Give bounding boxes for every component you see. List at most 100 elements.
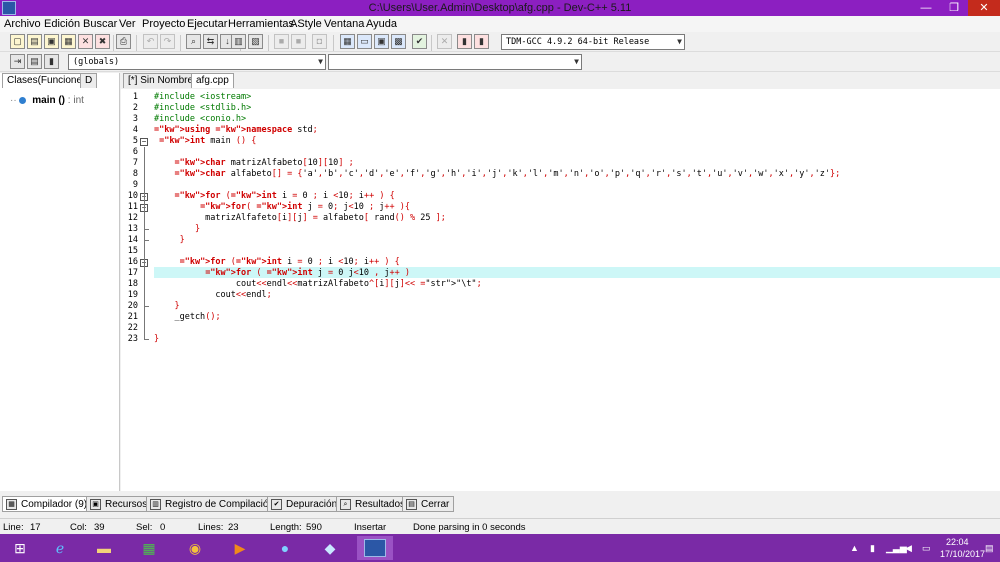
menu-astyle[interactable]: AStyle [290,18,322,30]
restore-button[interactable]: ❐ [940,0,968,16]
chevron-down-icon: ▼ [318,57,323,66]
tree-item-name: main () [32,95,66,106]
tray-chevron-icon[interactable]: ▲ [850,543,859,553]
code-line: _getch(); [154,312,221,322]
add-to-project-icon[interactable]: ■ [291,34,306,49]
code-line: ="kw">using ="kw">namespace std; [154,125,318,135]
code-editor[interactable]: 1234567891011121314151617181920212223 −−… [121,89,1000,491]
media-player-icon[interactable]: ▶ [222,536,258,560]
internet-explorer-icon[interactable]: ℯ [42,536,78,560]
scope-select[interactable]: (globals) ▼ [68,54,326,70]
compiler-select[interactable]: TDM-GCC 4.9.2 64-bit Release ▼ [501,34,685,50]
run-icon[interactable]: ▭ [357,34,372,49]
app-icon[interactable]: ◆ [312,536,348,560]
fold-guide-line [144,147,145,340]
close-button[interactable]: ✕ [968,0,1000,16]
menu-ver[interactable]: Ver [119,18,136,30]
print-icon[interactable]: ⎙ [116,34,131,49]
line-number: 4 [132,125,138,135]
tree-item-main[interactable]: ·· main () : int [10,95,84,106]
windows-start-icon[interactable]: ⊞ [2,536,38,560]
output-tabs: ▦ Compilador (9) ▣ Recursos ▥ Registro de C… [0,494,1000,514]
main-toolbar: ▢ ▤ ▣ ▦ ✕ ✖ ⎙ ↶ ↷ ⌕ ⇆ ↓ ▥ ▧ ■ ■ ◘ ▦ ▭ ▣ … [0,32,1000,52]
minimize-button[interactable]: — [912,0,940,16]
line-number: 12 [127,213,138,223]
menu-ventana[interactable]: Ventana [324,18,364,30]
menu-ejecutar[interactable]: Ejecutar [187,18,227,30]
line-number: 18 [127,279,138,289]
project-options-icon[interactable]: ◘ [312,34,327,49]
devcpp-taskbar-icon[interactable] [357,536,393,560]
tab-recursos[interactable]: ▣ Recursos [86,496,153,512]
tab-label: Registro de Compilación [165,499,274,510]
line-number: 3 [132,114,138,124]
compile-icon[interactable]: ▦ [340,34,355,49]
code-line: } [174,301,180,311]
tab-registro[interactable]: ▥ Registro de Compilación [146,496,279,512]
status-sel-label: Sel: [136,522,153,533]
clock-date[interactable]: 17/10/2017 [940,549,985,559]
bookmark-icon[interactable]: ▮ [44,54,59,69]
tab-compilador[interactable]: ▦ Compilador (9) [2,496,93,512]
toolbar-separator [113,35,114,51]
file-explorer-icon[interactable]: ▬ [86,536,122,560]
member-select[interactable]: ▼ [328,54,582,70]
code-line: ="kw">int main () { [159,136,257,146]
menu-herramientas[interactable]: Herramientas [228,18,294,30]
clock-time[interactable]: 22:04 [946,537,969,547]
code-line: matrizAlfafeto[i][j] = alfabeto[ rand() … [154,213,446,223]
fold-toggle-icon[interactable]: − [140,138,148,146]
volume-icon[interactable]: ◀ [905,543,912,554]
compile-run-icon[interactable]: ▣ [374,34,389,49]
save-all-icon[interactable]: ▦ [61,34,76,49]
rebuild-all-icon[interactable]: ▩ [391,34,406,49]
code-line: #include <stdlib.h> [154,103,252,113]
redo-icon[interactable]: ↷ [160,34,175,49]
close-file-icon[interactable]: ✕ [78,34,93,49]
toggle-comment-icon[interactable]: ▤ [27,54,42,69]
menu-proyecto[interactable]: Proyecto [142,18,185,30]
code-line: } [179,235,185,245]
tab-depuracion[interactable]: ✔ Depuración [267,496,343,512]
browser-globe-icon[interactable]: ● [267,536,303,560]
open-file-icon[interactable]: ▤ [27,34,42,49]
syntax-check-icon[interactable]: ✔ [412,34,427,49]
network-icon[interactable]: ▁▃▅ [886,543,907,554]
function-icon [19,96,27,104]
menu-archivo[interactable]: Archivo [4,18,41,30]
replace-icon[interactable]: ⇆ [203,34,218,49]
delete-profile-icon[interactable]: ▮ [474,34,489,49]
fold-guide-end [144,339,149,340]
stop-execution-icon[interactable]: ✕ [437,34,452,49]
notifications-icon[interactable]: ▤ [985,543,994,554]
close-all-icon[interactable]: ✖ [95,34,110,49]
menu-edicion[interactable]: Edición [44,18,80,30]
code-line: ="kw">char matrizAlfabeto[10][10] ; [174,158,354,168]
new-project-icon[interactable]: ■ [274,34,289,49]
tab-afg-cpp[interactable]: afg.cpp [191,73,234,88]
status-lines-label: Lines: [198,522,224,533]
save-icon[interactable]: ▣ [44,34,59,49]
menu-ayuda[interactable]: Ayuda [366,18,397,30]
profile-icon[interactable]: ▮ [457,34,472,49]
goto-bookmark-icon[interactable]: ▧ [248,34,263,49]
status-line-label: Line: [3,522,24,533]
status-line: 17 [30,522,41,533]
battery-icon[interactable]: ▮ [870,543,875,554]
tab-debug[interactable]: D [80,73,98,88]
find-icon[interactable]: ⌕ [186,34,201,49]
menu-buscar[interactable]: Buscar [83,18,117,30]
chrome-icon[interactable]: ◉ [177,536,213,560]
keyboard-icon[interactable]: ▭ [922,543,931,554]
line-number: 9 [132,180,138,190]
tab-resultados[interactable]: ⌕ Resultados [336,496,411,512]
new-file-icon[interactable]: ▢ [10,34,25,49]
insert-icon[interactable]: ⇥ [10,54,25,69]
status-message: Done parsing in 0 seconds [413,522,526,533]
line-number: 15 [127,246,138,256]
toggle-bookmark-icon[interactable]: ▥ [231,34,246,49]
line-number: 5 [132,136,138,146]
undo-icon[interactable]: ↶ [143,34,158,49]
store-icon[interactable]: ▦ [131,536,167,560]
tab-cerrar[interactable]: ▤ Cerrar [402,496,455,512]
